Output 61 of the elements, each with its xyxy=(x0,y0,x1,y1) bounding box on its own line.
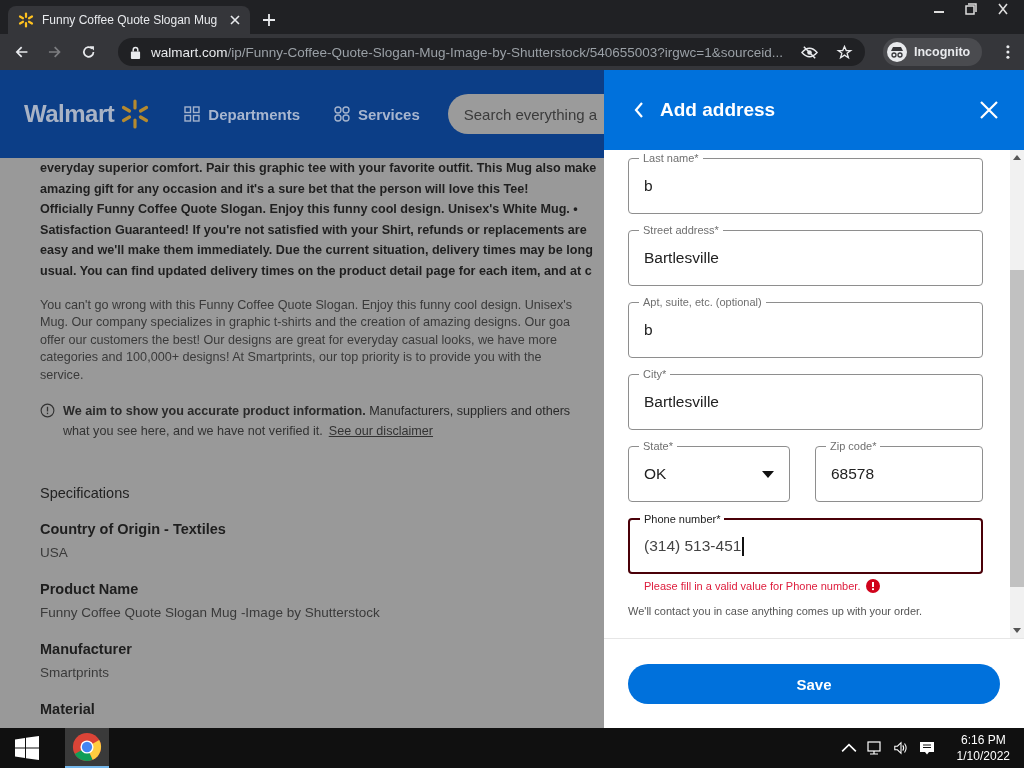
back-icon[interactable] xyxy=(634,102,644,118)
description-line: usual. You can find updated delivery times on the product detail page for each item, and at c xyxy=(40,262,593,280)
network-icon[interactable] xyxy=(866,740,883,756)
grid-icon xyxy=(184,106,201,122)
description-line: Mug. Our company specializes in graphic t-shirts and the creation of amazing designs. Our goa xyxy=(40,314,571,332)
windows-icon[interactable] xyxy=(15,736,39,760)
notice-text: what you see here, and we have not verified it. xyxy=(63,424,323,439)
spec-label: Material xyxy=(40,700,96,717)
forward-icon[interactable] xyxy=(47,44,63,60)
spark-icon xyxy=(120,99,151,129)
scroll-down-icon[interactable] xyxy=(1013,628,1021,633)
helper-text: We'll contact you in case anything comes up with your order. xyxy=(628,605,924,617)
notice-text: We aim to show you accurate product information. Manufacturers, suppliers and others xyxy=(63,402,571,420)
error-message: Please fill in a valid value for Phone number. xyxy=(644,580,861,592)
description-line: categories and 100,000+ designs! At Smartprints, our top priority is to provide you with the xyxy=(40,349,543,367)
clock-date[interactable]: 1/10/2022 xyxy=(956,748,1010,764)
nav-link[interactable]: Departments xyxy=(184,105,300,123)
description-line: You can't go wrong with this Funny Coffee Quote Slogan. Enjoy this funny cool design. Unisex's xyxy=(40,296,573,314)
save-button[interactable]: Save xyxy=(628,664,1000,704)
description-line: amazing gift for any occasion and it's a sure bet that the person will love this Tee! xyxy=(40,180,530,198)
info-icon xyxy=(40,402,55,418)
spec-value: Funny Coffee Quote Slogan Mug -Image by Shutterstock xyxy=(40,604,381,620)
alert-icon xyxy=(866,579,881,593)
description-line: everyday superior comfort. Pair this graphic tee with your favorite outfit. This Mug also make xyxy=(40,160,598,177)
circles-icon xyxy=(334,106,350,122)
lock-icon xyxy=(130,45,141,59)
logo-text[interactable]: Walmart xyxy=(24,100,115,128)
profile-button[interactable]: Incognito xyxy=(882,38,983,66)
menu-icon[interactable] xyxy=(1006,44,1010,60)
tab-title: Funny Coffee Quote Slogan Mug xyxy=(42,13,219,27)
incognito-icon xyxy=(886,42,907,62)
close-icon[interactable] xyxy=(230,15,240,25)
browser-tab[interactable]: Funny Coffee Quote Slogan Mug xyxy=(8,6,250,34)
scrollbar[interactable] xyxy=(1010,150,1024,638)
spark-icon xyxy=(18,12,34,28)
speaker-icon[interactable] xyxy=(892,740,909,756)
address-bar[interactable]: walmart.com/ip/Funny-Coffee-Quote-Slogan-Mug-Image-by-Shutterstock/540655003?irgwc=1&sourceid... xyxy=(118,38,865,66)
scroll-up-icon[interactable] xyxy=(1013,155,1021,160)
spec-label: Product Name xyxy=(40,580,140,597)
nav-link[interactable]: Services xyxy=(334,105,420,123)
description-line: service. xyxy=(40,366,85,384)
spec-label: Country of Origin - Textiles xyxy=(40,520,227,537)
spec-value: USA xyxy=(40,544,69,560)
section-title: Specifications xyxy=(40,484,131,501)
star-icon[interactable] xyxy=(835,44,853,60)
spec-value: Smartprints xyxy=(40,664,111,680)
description-line: offer our customers the best! Our designs are great for everyday casual looks, we have more xyxy=(40,331,559,349)
back-icon[interactable] xyxy=(14,44,30,60)
eye-slash-icon[interactable] xyxy=(800,44,818,60)
description-line: Officially Funny Coffee Quote Slogan. Enjoy this funny cool design. Unisex's White Mug. • xyxy=(40,201,579,219)
clock-time[interactable]: 6:16 PM xyxy=(960,732,1006,748)
caret-icon xyxy=(762,470,774,478)
plus-icon[interactable] xyxy=(262,13,276,27)
notification-icon[interactable] xyxy=(918,740,935,756)
description-line: Satisfaction Guaranteed! If you're not satisfied with your Shirt, refunds or replacements are xyxy=(40,221,588,239)
reload-icon[interactable] xyxy=(80,44,96,60)
browser-taskbar-button[interactable] xyxy=(65,728,109,768)
chrome-icon xyxy=(72,732,102,762)
disclaimer-link[interactable]: See our disclaimer xyxy=(328,424,434,439)
description-line: easy and we'll make them immediately. Due the current situation, delivery times may be long xyxy=(40,242,594,260)
spec-label: Manufacturer xyxy=(40,640,133,657)
